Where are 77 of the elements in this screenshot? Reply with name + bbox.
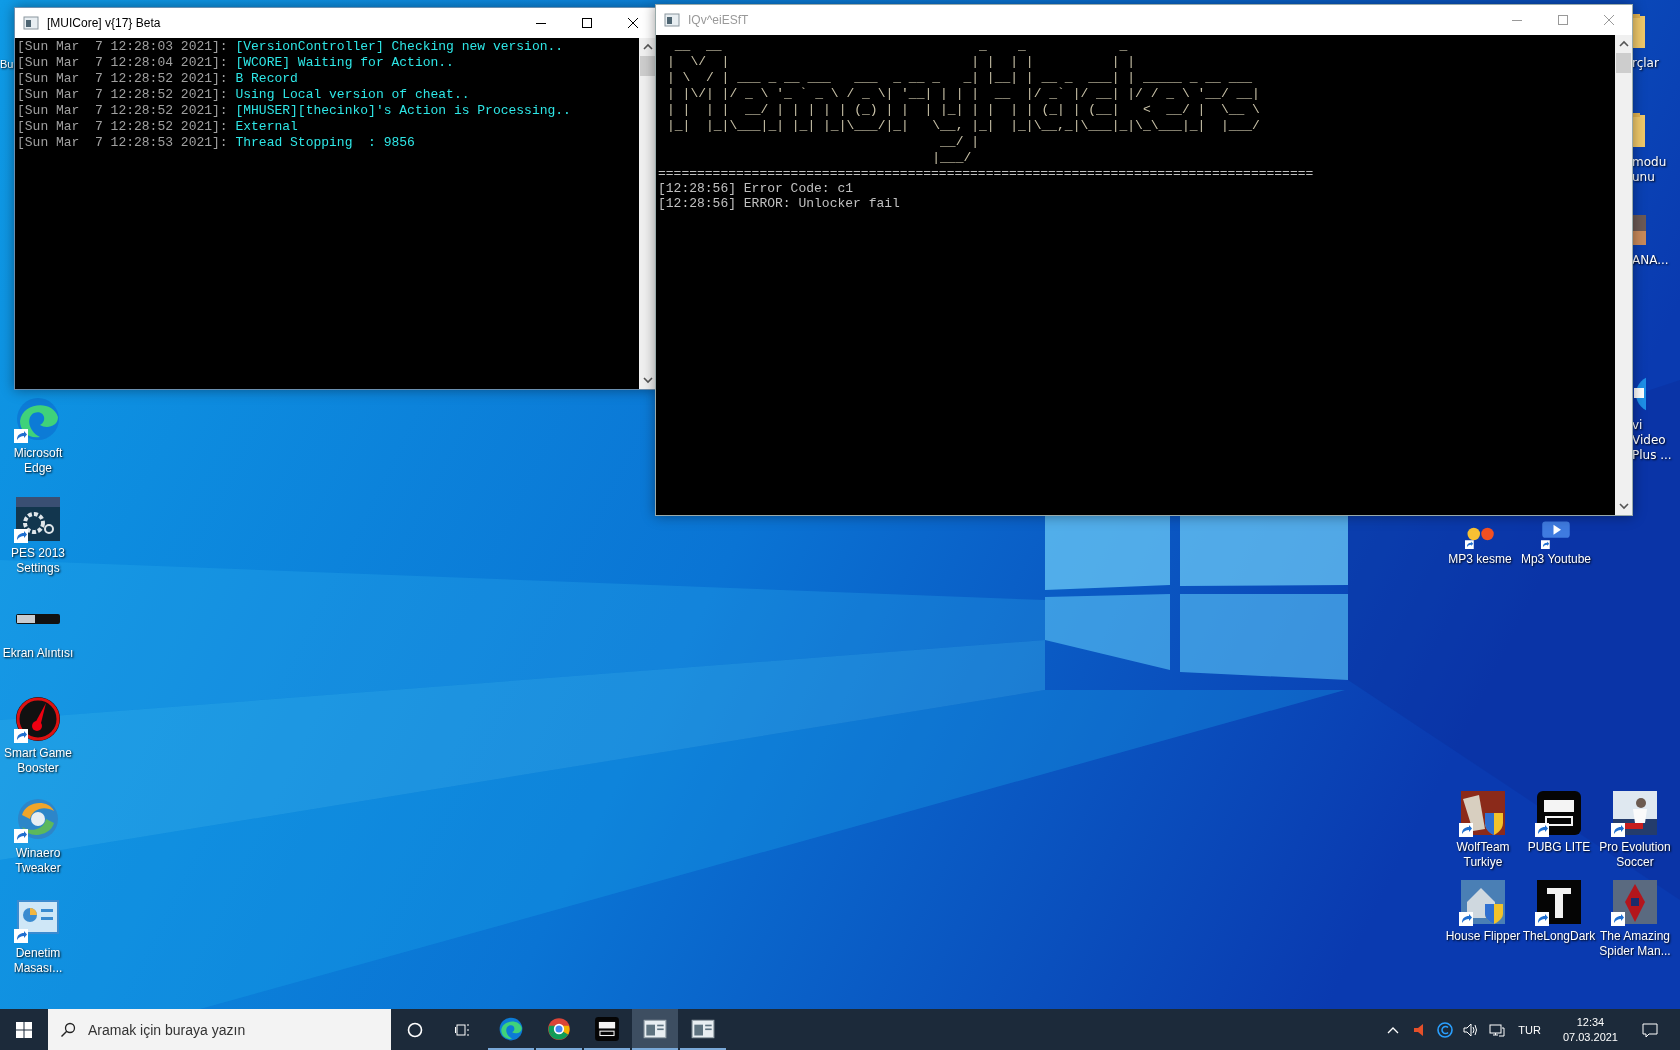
search-field[interactable]: Aramak için buraya yazın [86,1020,370,1039]
search-icon [60,1021,76,1038]
icon-label: Smart Game Booster [3,746,73,776]
icon-label: TheLongDark [1522,929,1596,944]
scroll-up-icon[interactable] [1618,39,1629,49]
icon-label: Mp3 Youtube [1520,552,1592,567]
gauge-icon[interactable] [14,695,62,743]
icon-label: MP3 kesme [1448,552,1512,567]
window-title: [MUICore] v{17} Beta [47,16,161,30]
icon-label: Microsoft Edge [12,446,64,476]
logo-icon [594,1015,620,1042]
icon-label: rçlar [1632,56,1660,71]
log-message: [WCORE] Waiting for Action.. [235,55,454,70]
icon-label: Ekran Alıntısı [2,646,74,661]
close-icon [1604,15,1614,25]
shield-icon[interactable] [1459,789,1507,837]
log-timestamp: [Sun Mar 7 12:28:53 2021]: [17,135,228,150]
icon-label: ANA... [1632,253,1670,268]
clock[interactable]: 12:34 07.03.2021 [1562,1014,1618,1045]
console-icon [23,15,39,31]
clock-date: 07.03.2021 [1562,1029,1618,1045]
clock-time: 12:34 [1576,1014,1605,1030]
log-message: [VersionController] Checking new version.. [235,39,564,54]
circle-icon [407,1021,423,1038]
log-message: B Record [235,71,298,86]
gear-icon[interactable] [14,495,62,543]
scrollbar-thumb[interactable] [640,56,655,76]
scrollbar[interactable] [1615,35,1632,515]
scroll-up-icon[interactable] [642,42,653,52]
icon-label: vi Video Plus ... [1632,418,1673,463]
log-line: [12:28:56] Error Code: c1 [658,181,855,196]
log-timestamp: [Sun Mar 7 12:28:04 2021]: [17,55,228,70]
maximize-icon [1558,15,1568,25]
wave-icon[interactable] [14,395,62,443]
notification-icon[interactable] [1642,1021,1658,1038]
close-icon [628,18,638,28]
maximize-icon [582,18,592,28]
log-message: [MHUSER][thecinko]'s Action is Processing.. [235,103,571,118]
separator-line: ==================================================================================== [658,166,1315,181]
log-message: External [235,119,298,134]
icon-label: Pro Evolution Soccer [1598,840,1672,870]
t-shape-icon[interactable] [1535,878,1583,926]
scroll-down-icon[interactable] [642,375,653,385]
task-view-icon [455,1021,471,1038]
scrollbar-thumb[interactable] [1616,53,1631,73]
icon-label: Denetim Masası... [12,946,64,976]
taskbar-button[interactable] [632,1009,678,1050]
log-line: [12:28:56] ERROR: Unlocker fail [658,196,901,211]
scroll-down-icon[interactable] [1618,501,1629,511]
icon-label: Bu [0,58,14,70]
log-timestamp: [Sun Mar 7 12:28:52 2021]: [17,119,228,134]
icon-label: Winaero Tweaker [14,846,62,876]
c-logo-icon[interactable] [1437,1021,1454,1038]
chrome-icon [546,1015,572,1042]
log-timestamp: [Sun Mar 7 12:28:03 2021]: [17,39,228,54]
network-icon[interactable] [1489,1021,1506,1038]
icon-label: House Flipper [1445,929,1521,944]
icon-label: The Amazing Spider Man... [1598,929,1672,959]
window-title: IQv^eiESfT [688,13,749,27]
log-timestamp: [Sun Mar 7 12:28:52 2021]: [17,87,228,102]
windows-icon [16,1021,32,1038]
wave-icon [498,1015,524,1042]
ascii-art-title: __ __ _ _ _ | \/ | | | | | | | | \ / | ___ _ __ ___ ___ _ __ _ _| |__| | __ _ ___| | _____ _ __ ___ | |\/| |/ _ \ '_ ` _ \ / _ \| '__| | | | __ |/ _` |/ __| |/ / _ \ '__/ __| | | | | __/ | | | | | (_) | | | |_| | | | | (_| | (__| < __/ | \__ \ |_| |_|\___|_| |_| |_|\___/|_| \__, |_| |_|\__,_|\___|_|\_\___|_| |___/ __/ | |___/ [666,38,1261,166]
icon-label: PES 2013 Settings [9,546,66,576]
search-bar[interactable]: Aramak için buraya yazın [48,1009,391,1050]
icon-label: modu unu [1632,155,1668,185]
icon-label: PUBG LITE [1527,840,1591,855]
language-indicator[interactable]: TUR [1518,1023,1541,1036]
log-message: Using Local version of cheat.. [235,87,470,102]
volume-icon[interactable] [1463,1021,1480,1038]
logo-icon[interactable] [1535,789,1583,837]
log-timestamp: [Sun Mar 7 12:28:52 2021]: [17,103,228,118]
log-message: Thread Stopping : 9856 [235,135,415,150]
tools-icon[interactable] [1459,878,1507,926]
console-icon [664,12,680,28]
icon-label: WolfTeam Turkiye [1455,840,1511,870]
log-timestamp: [Sun Mar 7 12:28:52 2021]: [17,71,228,86]
